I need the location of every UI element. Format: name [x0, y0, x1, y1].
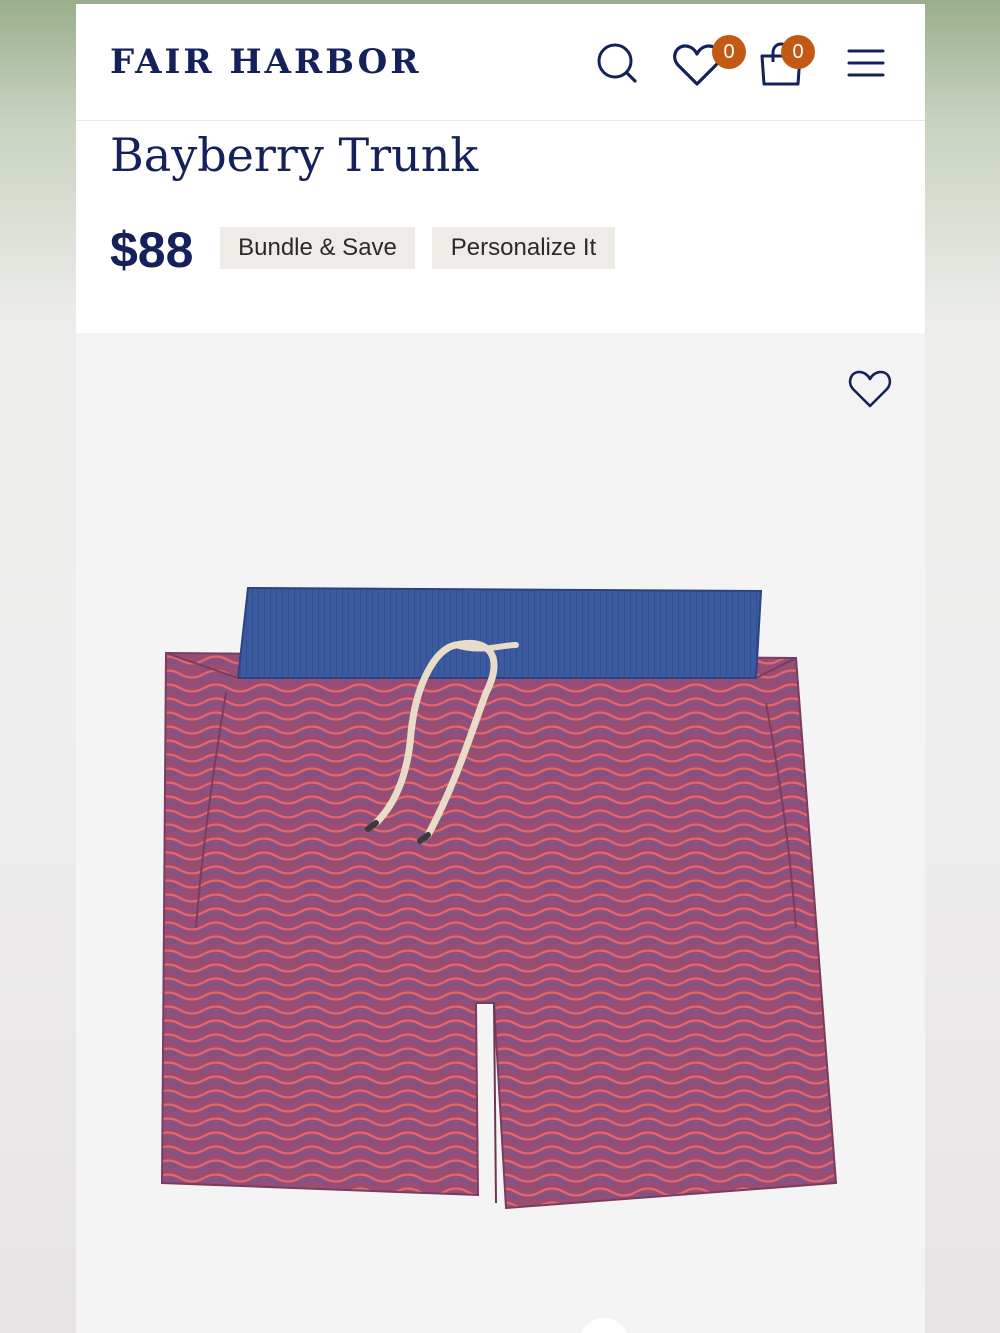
- product-price: $88: [110, 222, 194, 278]
- brand-logo[interactable]: FAIR HARBOR: [110, 42, 422, 82]
- favorite-heart-icon[interactable]: [848, 369, 892, 409]
- wishlist-count-badge: 0: [712, 35, 746, 69]
- site-header: FAIR HARBOR 0 0: [76, 4, 925, 121]
- bundle-save-tag[interactable]: Bundle & Save: [220, 227, 415, 269]
- hamburger-menu-icon[interactable]: [847, 48, 885, 78]
- product-title: Bayberry Trunk: [110, 128, 479, 182]
- personalize-tag[interactable]: Personalize It: [432, 227, 615, 269]
- product-page: FAIR HARBOR 0 0 Bayberry Trunk $88 Bundl…: [76, 4, 925, 1333]
- image-zoom-button[interactable]: [579, 1318, 629, 1333]
- cart-count-badge: 0: [781, 35, 815, 69]
- search-icon[interactable]: [594, 40, 640, 86]
- product-image-panel[interactable]: [76, 333, 925, 1333]
- product-image-swim-trunk: [160, 586, 838, 1210]
